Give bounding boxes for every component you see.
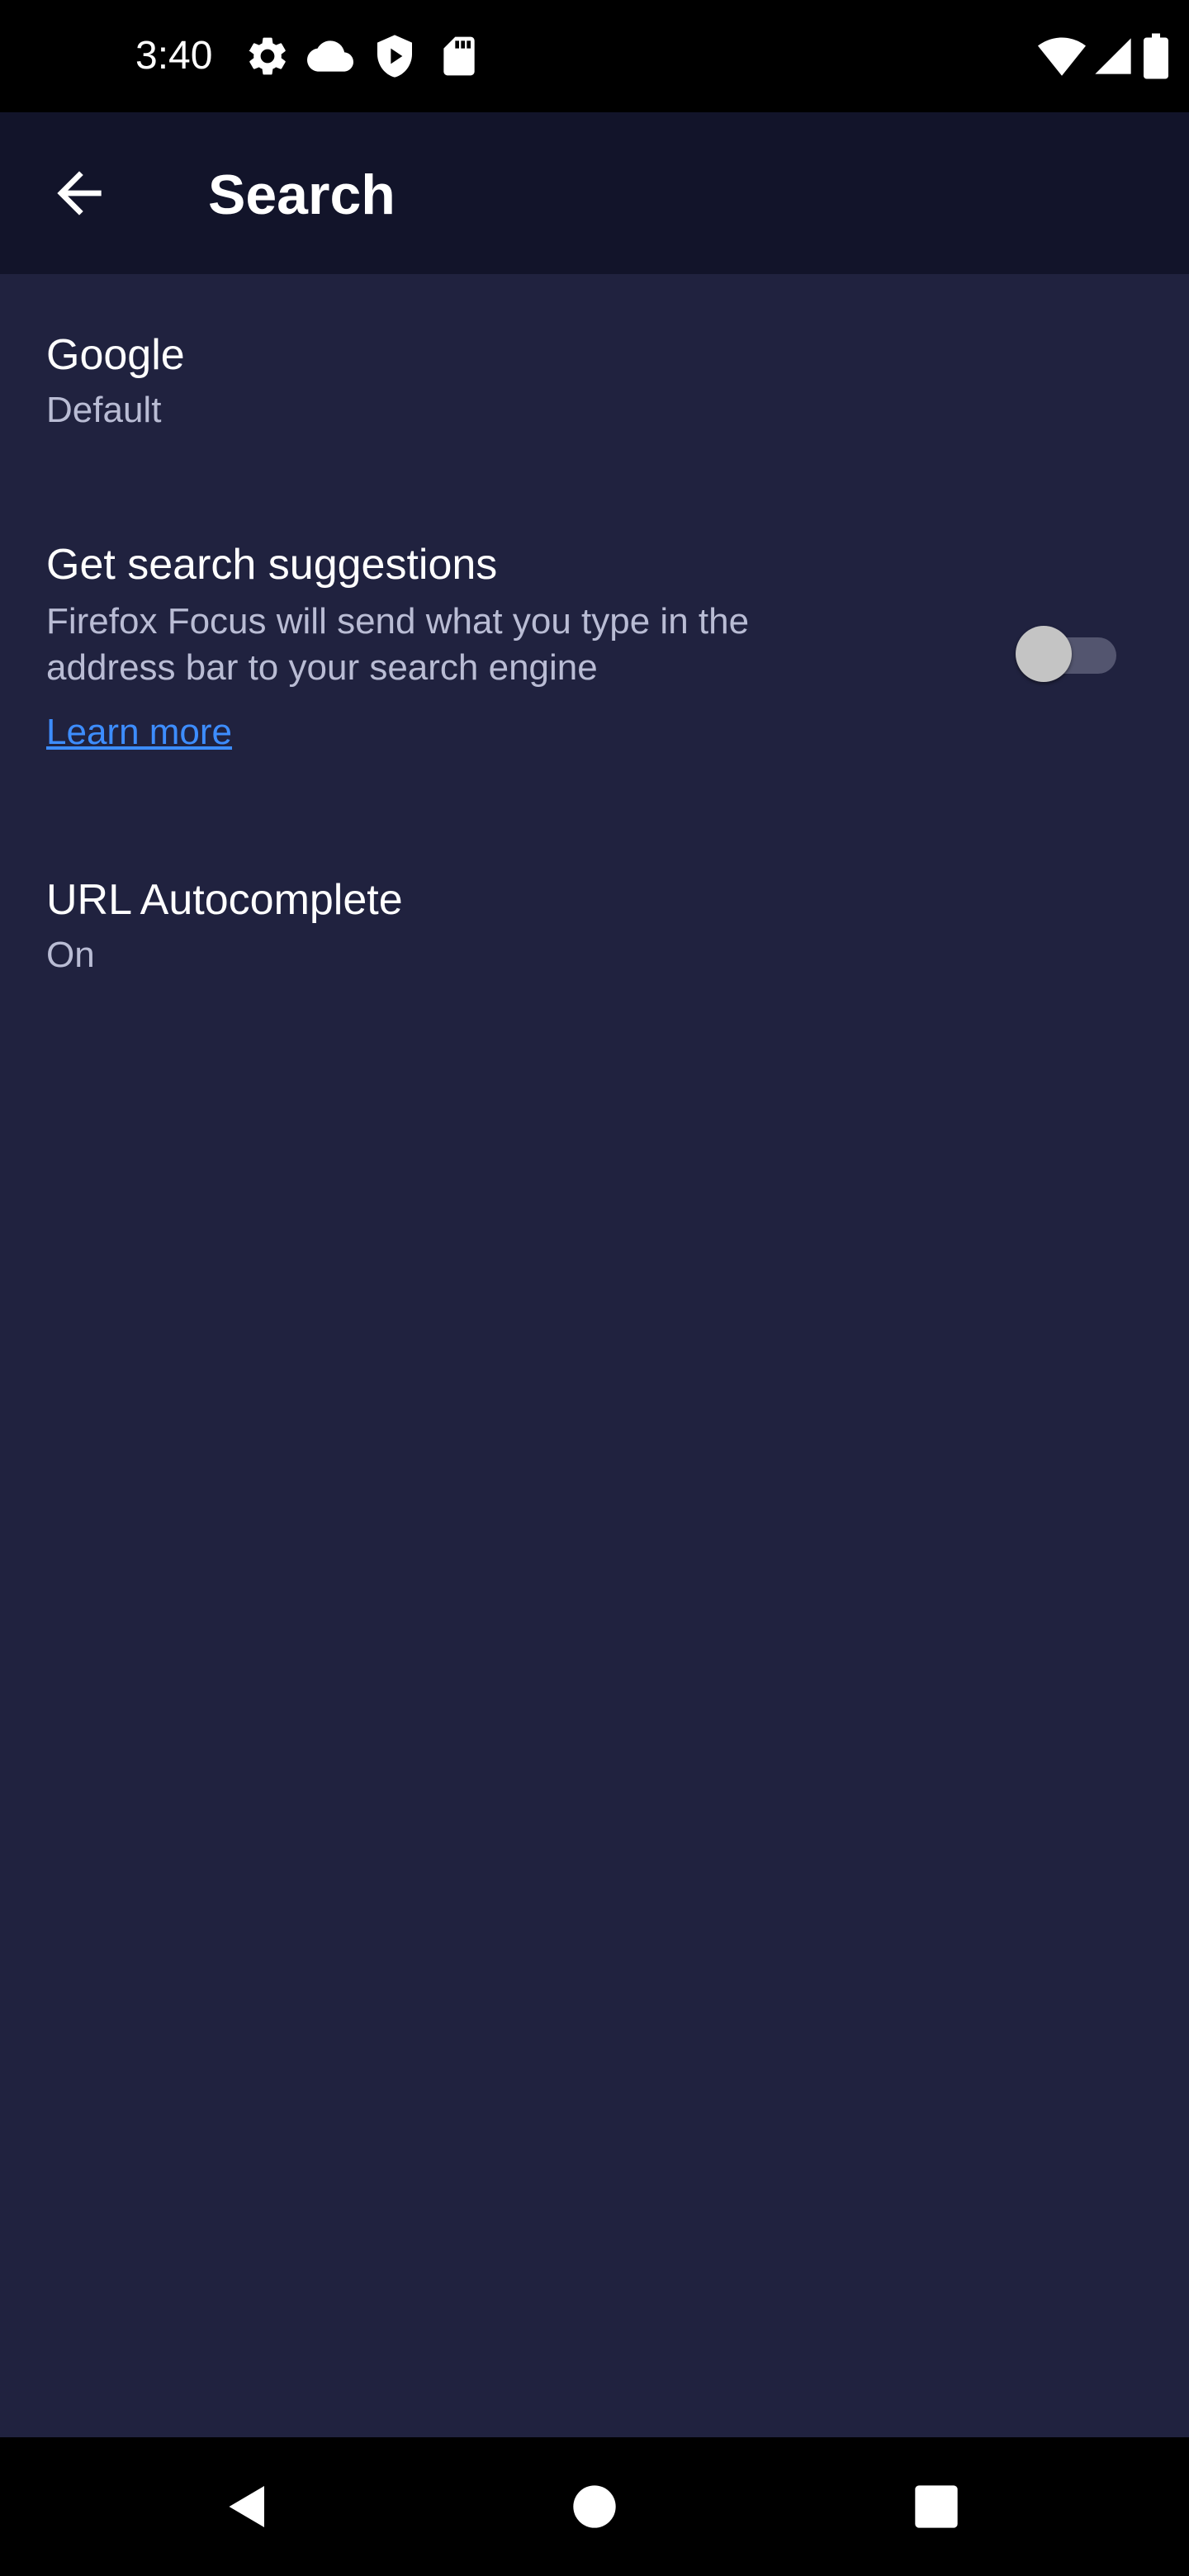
url-autocomplete-summary: On: [46, 935, 95, 975]
url-autocomplete-setting[interactable]: URL Autocomplete On: [0, 859, 1189, 1007]
navigation-bar: [0, 2437, 1189, 2576]
gear-icon: [244, 33, 291, 79]
nav-home-button[interactable]: [545, 2457, 644, 2556]
search-suggestions-title: Get search suggestions: [46, 541, 498, 589]
back-button[interactable]: [33, 147, 126, 239]
search-engine-summary: Default: [46, 390, 162, 430]
nav-recents-icon: [915, 2485, 958, 2528]
status-bar: 3:40: [0, 0, 1189, 112]
cloud-icon: [307, 33, 353, 79]
battery-icon: [1141, 31, 1171, 81]
status-time: 3:40: [135, 34, 213, 78]
learn-more-link[interactable]: Learn more: [46, 708, 232, 756]
nav-home-icon: [573, 2485, 616, 2528]
search-suggestions-toggle[interactable]: [1007, 621, 1123, 682]
search-engine-title: Google: [46, 331, 185, 379]
page-title: Search: [208, 163, 396, 226]
nav-recents-button[interactable]: [887, 2457, 986, 2556]
toggle-thumb: [1016, 626, 1072, 682]
nav-back-icon: [229, 2486, 264, 2527]
wifi-icon: [1037, 31, 1087, 81]
sd-card-icon: [436, 33, 482, 79]
search-engine-setting[interactable]: Google Default: [0, 314, 1189, 462]
search-suggestions-summary-line2: address bar to your search engine: [46, 647, 598, 688]
search-suggestions-summary-line1: Firefox Focus will send what you type in…: [46, 601, 750, 642]
app-bar: Search: [0, 112, 1189, 274]
shield-play-icon: [372, 33, 418, 79]
url-autocomplete-title: URL Autocomplete: [46, 876, 403, 924]
nav-back-button[interactable]: [198, 2457, 297, 2556]
arrow-left-icon: [57, 171, 102, 215]
cell-signal-icon: [1092, 31, 1135, 81]
